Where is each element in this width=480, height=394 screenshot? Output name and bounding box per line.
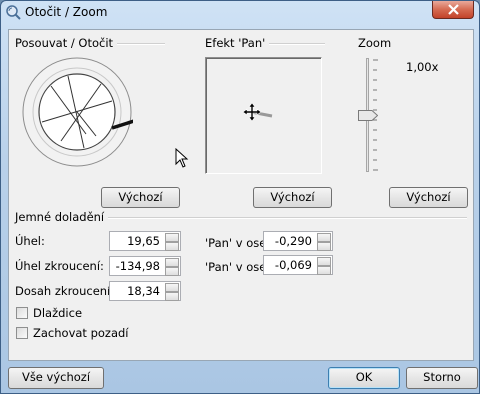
spin-down-icon[interactable] xyxy=(165,242,179,251)
keep-background-checkbox[interactable] xyxy=(16,327,28,339)
pan-x-input[interactable]: -0,290 xyxy=(263,231,333,251)
tile-label: Dlaždice xyxy=(33,306,83,320)
zoom-group-label: Zoom xyxy=(358,36,396,50)
skew-angle-label: Úhel zkroucení: xyxy=(15,259,104,273)
dialog-body: Posouvat / Otočit Efekt 'Pan' Zoom 1,00x… xyxy=(8,29,474,361)
window-title: Otočit / Zoom xyxy=(25,5,108,19)
pan-default-button[interactable]: Výchozí xyxy=(253,187,332,208)
pan-group-label: Efekt 'Pan' xyxy=(205,36,270,50)
fine-group-label: Jemné doladění xyxy=(15,210,109,224)
tile-checkbox[interactable] xyxy=(16,307,28,319)
spin-down-icon[interactable] xyxy=(165,267,179,276)
pan-x-label: 'Pan' v ose X xyxy=(205,236,263,250)
pan-preview[interactable] xyxy=(205,57,322,174)
pan-y-input[interactable]: -0,069 xyxy=(263,255,333,275)
rotation-dial[interactable] xyxy=(21,56,133,168)
keep-background-label: Zachovat pozadí xyxy=(33,326,129,340)
move-cursor-icon xyxy=(242,102,262,122)
close-button[interactable] xyxy=(432,1,474,19)
spin-down-icon[interactable] xyxy=(165,292,179,301)
spin-up-icon[interactable] xyxy=(165,283,179,292)
mouse-pointer-icon xyxy=(175,148,189,168)
angle-value: 19,65 xyxy=(127,234,160,248)
zoom-slider[interactable] xyxy=(355,58,381,174)
rotate-group-label: Posouvat / Otočit xyxy=(15,36,118,50)
zoom-value: 1,00x xyxy=(406,60,439,74)
cancel-button[interactable]: Storno xyxy=(406,367,478,389)
zoom-default-button[interactable]: Výchozí xyxy=(389,187,468,208)
angle-label: Úhel: xyxy=(15,234,45,248)
pan-x-value: -0,290 xyxy=(274,234,312,248)
spin-down-icon[interactable] xyxy=(317,242,331,251)
spin-down-icon[interactable] xyxy=(317,266,331,275)
pan-y-value: -0,069 xyxy=(274,258,312,272)
spin-up-icon[interactable] xyxy=(165,258,179,267)
pan-y-label: 'Pan' v ose Y xyxy=(205,260,263,274)
all-default-button[interactable]: Vše výchozí xyxy=(8,367,104,389)
close-icon xyxy=(448,4,459,15)
skew-reach-input[interactable]: 18,34 xyxy=(109,281,181,301)
angle-input[interactable]: 19,65 xyxy=(109,231,181,251)
skew-reach-label: Dosah zkroucení: xyxy=(15,284,115,298)
spin-up-icon[interactable] xyxy=(317,257,331,266)
app-icon xyxy=(6,5,21,20)
rotate-default-button[interactable]: Výchozí xyxy=(101,187,180,208)
dialog-window: Otočit / Zoom Posouvat / Otočit Efekt 'P… xyxy=(0,0,480,394)
title-bar[interactable]: Otočit / Zoom xyxy=(1,1,479,25)
zoom-slider-thumb[interactable] xyxy=(358,110,378,121)
skew-reach-value: 18,34 xyxy=(127,284,160,298)
skew-angle-input[interactable]: -134,98 xyxy=(109,256,181,276)
ok-button[interactable]: OK xyxy=(328,367,400,389)
spin-up-icon[interactable] xyxy=(317,233,331,242)
skew-angle-value: -134,98 xyxy=(115,259,160,273)
spin-up-icon[interactable] xyxy=(165,233,179,242)
